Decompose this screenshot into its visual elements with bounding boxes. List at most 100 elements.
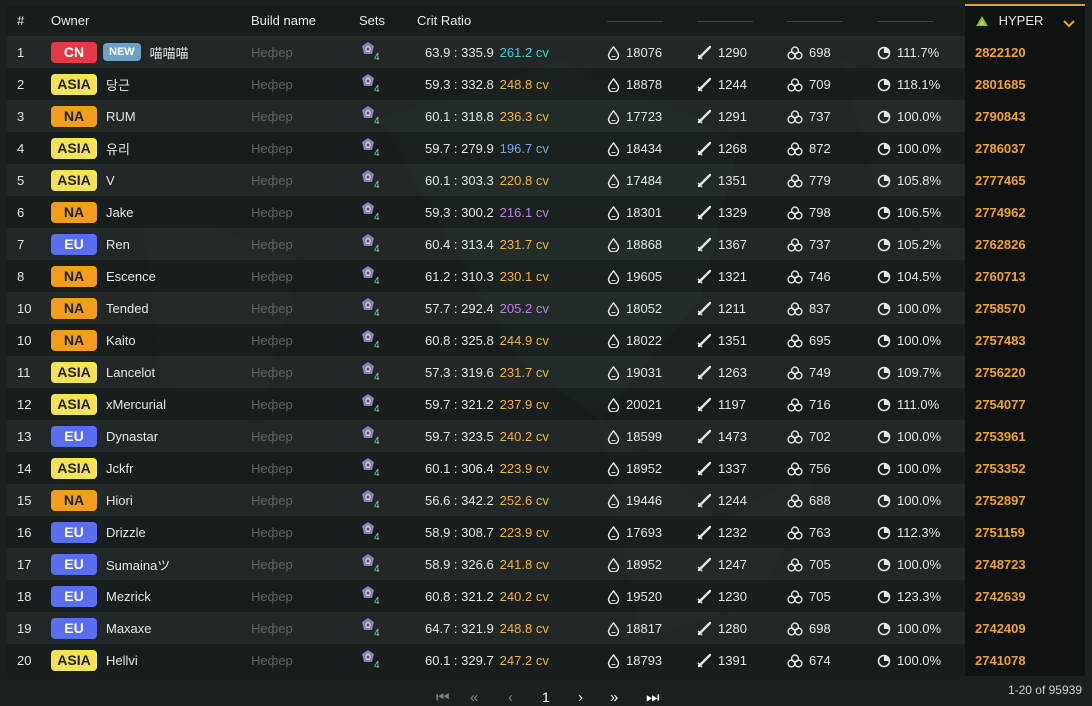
owner-name[interactable]: Jckfr — [106, 461, 133, 476]
hyper-header[interactable]: HYPER — [965, 4, 1085, 36]
owner-cell[interactable]: ASIA xMercurial — [51, 388, 251, 420]
table-row[interactable]: 3 NA RUM Нефер 4 60.1 : 318.8 236.3 cv 17723 129… — [7, 100, 1085, 132]
owner-name[interactable]: Drizzle — [106, 525, 146, 540]
er-value: 100.0% — [897, 556, 942, 572]
table-row[interactable]: 18 EU Mezrick Нефер 4 60.8 : 321.2 240.2 cv 195… — [7, 580, 1085, 612]
owner-name[interactable]: Sumainaツ — [106, 558, 170, 573]
owner-cell[interactable]: CN NEW 喵喵喵 — [51, 36, 251, 68]
owner-name[interactable]: Hellvi — [106, 653, 138, 668]
first-page-button[interactable]: ⏮ — [436, 689, 450, 706]
owner-name[interactable]: V — [106, 173, 115, 188]
set-count: 4 — [374, 212, 380, 223]
owner-name[interactable]: 당근 — [106, 78, 130, 93]
table-row[interactable]: 11 ASIA Lancelot Нефер 4 57.3 : 319.6 231.7 cv… — [7, 356, 1085, 388]
owner-name[interactable]: Escence — [106, 269, 156, 284]
em-header[interactable] — [787, 5, 877, 36]
owner-cell[interactable]: NA RUM — [51, 100, 251, 132]
table-row[interactable]: 5 ASIA V Нефер 4 60.1 : 303.3 220.8 cv 17484 135… — [7, 164, 1085, 196]
owner-name[interactable]: Ren — [106, 237, 130, 252]
atk-value: 1247 — [718, 556, 747, 572]
owner-name[interactable]: RUM — [106, 109, 136, 124]
double-next-button[interactable]: » — [610, 689, 618, 706]
drop-icon — [607, 397, 626, 413]
recharge-icon — [877, 589, 897, 604]
owner-cell[interactable]: EU Dynastar — [51, 420, 251, 452]
table-row[interactable]: 17 EU Sumainaツ Нефер 4 58.9 : 326.6 241.8 cv 18… — [7, 548, 1085, 580]
set-count: 4 — [374, 84, 380, 95]
hp-value: 18052 — [626, 300, 663, 316]
owner-cell[interactable]: ASIA V — [51, 164, 251, 196]
last-page-button[interactable]: ⏭ — [646, 689, 660, 706]
owner-cell[interactable]: ASIA Jckfr — [51, 452, 251, 484]
owner-cell[interactable]: EU Maxaxe — [51, 612, 251, 644]
table-row[interactable]: 8 NA Escence Нефер 4 61.2 : 310.3 230.1 cv 1960… — [7, 260, 1085, 292]
table-row[interactable]: 19 EU Maxaxe Нефер 4 64.7 : 321.9 248.8 cv 1881… — [7, 612, 1085, 644]
owner-name[interactable]: Kaito — [106, 333, 136, 348]
triple-circle-icon — [787, 557, 809, 572]
er-cell: 104.5% — [877, 260, 965, 292]
double-prev-button[interactable]: « — [470, 689, 478, 706]
owner-cell[interactable]: EU Mezrick — [51, 580, 251, 612]
em-cell: 737 — [787, 100, 877, 132]
table-row[interactable]: 10 NA Tended Нефер 4 57.7 : 292.4 205.2 cv 1805… — [7, 292, 1085, 324]
owner-cell[interactable]: NA Jake — [51, 196, 251, 228]
current-page[interactable]: 1 — [542, 689, 550, 705]
table-row[interactable]: 15 NA Hiori Нефер 4 56.6 : 342.2 252.6 cv 19446… — [7, 484, 1085, 516]
atk-header[interactable] — [697, 5, 787, 36]
owner-name[interactable]: Maxaxe — [106, 621, 152, 636]
em-cell: 872 — [787, 132, 877, 164]
table-row[interactable]: 6 NA Jake Нефер 4 59.3 : 300.2 216.1 cv 18301 13… — [7, 196, 1085, 228]
owner-name[interactable]: Mezrick — [106, 589, 151, 604]
table-row[interactable]: 7 EU Ren Нефер 4 60.4 : 313.4 231.7 cv 18868 136… — [7, 228, 1085, 260]
sets-header[interactable]: Sets — [359, 5, 417, 36]
table-row[interactable]: 10 NA Kaito Нефер 4 60.8 : 325.8 244.9 cv 18022… — [7, 324, 1085, 356]
owner-cell[interactable]: ASIA Lancelot — [51, 356, 251, 388]
owner-name[interactable]: Jake — [106, 205, 133, 220]
hp-value: 18817 — [626, 620, 663, 636]
owner-name[interactable]: xMercurial — [106, 397, 166, 412]
recharge-icon — [877, 525, 897, 540]
owner-cell[interactable]: EU Drizzle — [51, 516, 251, 548]
set-count: 4 — [374, 564, 380, 575]
hp-header[interactable] — [607, 5, 697, 36]
crit-ratio: 60.4 : 313.4 — [425, 236, 494, 252]
owner-cell[interactable]: EU Ren — [51, 228, 251, 260]
owner-name[interactable]: Hiori — [106, 493, 133, 508]
triple-circle-icon — [787, 589, 809, 604]
table-row[interactable]: 1 CN NEW 喵喵喵 Нефер 4 63.9 : 335.9 261.2 cv 18076… — [7, 36, 1085, 68]
crit-value: 240.2 cv — [499, 588, 549, 604]
owner-cell[interactable]: NA Hiori — [51, 484, 251, 516]
table-row[interactable]: 20 ASIA Hellvi Нефер 4 60.1 : 329.7 247.2 cv 18… — [7, 644, 1085, 676]
owner-cell[interactable]: NA Escence — [51, 260, 251, 292]
hp-value: 18076 — [626, 44, 663, 60]
owner-name[interactable]: Tended — [106, 301, 149, 316]
table-row[interactable]: 2 ASIA 당근 Нефер 4 59.3 : 332.8 248.8 cv 18878 12… — [7, 68, 1085, 100]
table-row[interactable]: 13 EU Dynastar Нефер 4 59.7 : 323.5 240.2 cv 18… — [7, 420, 1085, 452]
owner-cell[interactable]: NA Tended — [51, 292, 251, 324]
crit-ratio-header[interactable]: Crit Ratio — [417, 5, 607, 36]
table-row[interactable]: 14 ASIA Jckfr Нефер 4 60.1 : 306.4 223.9 cv 189… — [7, 452, 1085, 484]
rank-header[interactable]: # — [7, 5, 51, 36]
crit-cell: 60.8 : 325.8 244.9 cv — [417, 324, 607, 356]
table-row[interactable]: 12 ASIA xMercurial Нефер 4 59.7 : 321.2 237.9 … — [7, 388, 1085, 420]
chevron-down-icon[interactable] — [1063, 16, 1075, 31]
owner-name[interactable]: Dynastar — [106, 429, 158, 444]
crit-cell: 60.1 : 329.7 247.2 cv — [417, 644, 607, 676]
owner-cell[interactable]: EU Sumainaツ — [51, 548, 251, 580]
owner-cell[interactable]: NA Kaito — [51, 324, 251, 356]
owner-name[interactable]: 喵喵喵 — [150, 46, 189, 61]
atk-value: 1268 — [718, 140, 747, 156]
owner-cell[interactable]: ASIA 당근 — [51, 68, 251, 100]
owner-cell[interactable]: ASIA Hellvi — [51, 644, 251, 676]
next-page-button[interactable]: › — [578, 689, 583, 706]
owner-cell[interactable]: ASIA 유리 — [51, 132, 251, 164]
build-name-header[interactable]: Build name — [251, 5, 359, 36]
owner-name[interactable]: 유리 — [106, 142, 130, 157]
table-row[interactable]: 16 EU Drizzle Нефер 4 58.9 : 308.7 223.9 cv 176… — [7, 516, 1085, 548]
rank-cell: 8 — [7, 260, 51, 292]
er-header[interactable] — [877, 5, 965, 36]
owner-name[interactable]: Lancelot — [106, 365, 155, 380]
prev-page-button[interactable]: ‹ — [508, 689, 513, 706]
owner-header[interactable]: Owner — [51, 5, 251, 36]
table-row[interactable]: 4 ASIA 유리 Нефер 4 59.7 : 279.9 196.7 cv 18434 12… — [7, 132, 1085, 164]
